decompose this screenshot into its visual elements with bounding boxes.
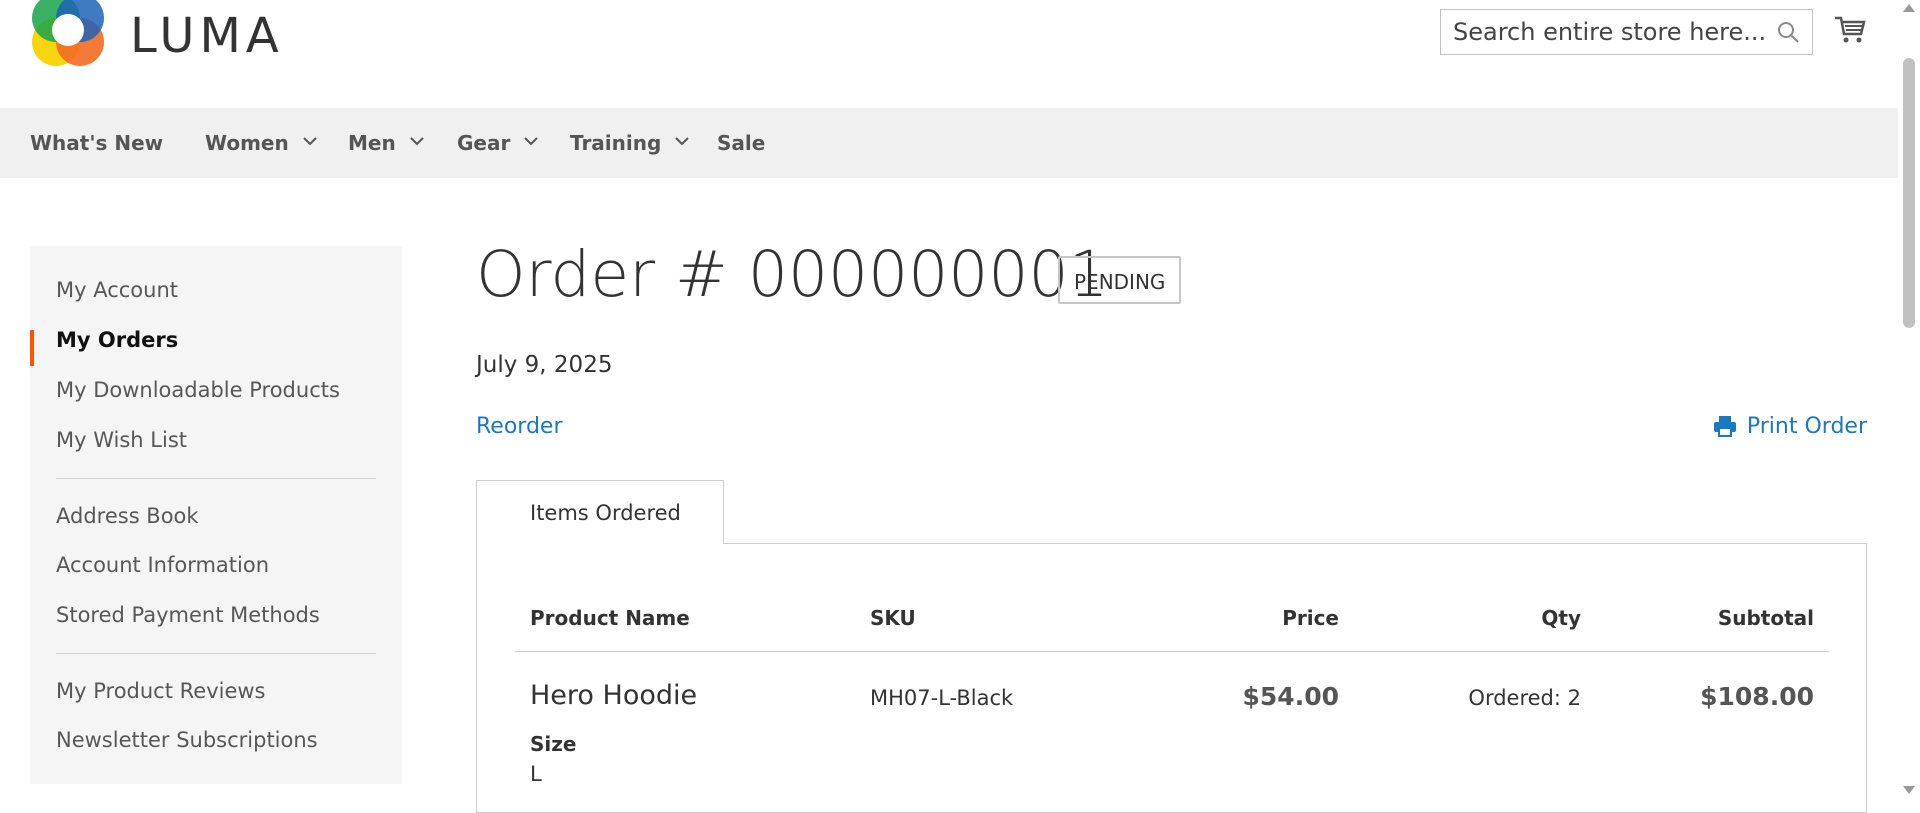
site-header: LUMA [0, 0, 1898, 108]
nav-item-label: Training [570, 131, 662, 155]
sidebar-item-wish-list[interactable]: My Wish List [56, 428, 187, 452]
cart-icon[interactable] [1833, 12, 1867, 46]
sidebar-item-stored-payment-methods[interactable]: Stored Payment Methods [56, 603, 320, 627]
items-ordered-panel [476, 543, 1867, 813]
nav-item-gear[interactable]: Gear [457, 108, 539, 178]
column-header-product: Product Name [530, 606, 690, 630]
print-order-label: Print Order [1746, 414, 1867, 439]
printer-icon [1713, 414, 1737, 438]
nav-item-women[interactable]: Women [205, 108, 317, 178]
luma-logo[interactable] [30, 0, 106, 72]
search-icon[interactable] [1776, 20, 1800, 44]
sidebar-divider [56, 478, 376, 479]
sidebar-divider [56, 653, 376, 654]
nav-item-men[interactable]: Men [348, 108, 424, 178]
sidebar-item-product-reviews[interactable]: My Product Reviews [56, 679, 266, 703]
chevron-down-icon [303, 104, 317, 146]
table-header-divider [515, 651, 1829, 652]
nav-item-label: Women [205, 131, 289, 155]
product-option-value: L [530, 762, 542, 786]
column-header-price: Price [1282, 606, 1339, 630]
sidebar-item-newsletter-subscriptions[interactable]: Newsletter Subscriptions [56, 728, 318, 752]
nav-item-label: Sale [717, 131, 766, 155]
product-price: $54.00 [1242, 682, 1339, 711]
status-badge: PENDING [1058, 256, 1182, 304]
chevron-down-icon [675, 104, 690, 146]
scroll-down-arrow[interactable] [1903, 786, 1915, 794]
sidebar-item-my-account[interactable]: My Account [56, 278, 178, 302]
tab-label: Items Ordered [530, 501, 681, 525]
nav-item-whats-new[interactable]: What's New [30, 108, 163, 178]
scroll-up-arrow[interactable] [1903, 4, 1915, 12]
search-box[interactable] [1440, 9, 1813, 55]
product-subtotal: $108.00 [1700, 682, 1814, 711]
active-indicator [30, 330, 34, 366]
sidebar-item-account-information[interactable]: Account Information [56, 553, 269, 577]
reorder-link[interactable]: Reorder [476, 414, 563, 439]
print-order-link[interactable]: Print Order [1713, 414, 1867, 439]
account-sidebar: My Account My Orders My Downloadable Pro… [30, 246, 402, 784]
column-header-qty: Qty [1541, 606, 1581, 630]
logo-text[interactable]: LUMA [130, 8, 284, 64]
column-header-subtotal: Subtotal [1717, 606, 1814, 630]
chevron-down-icon [410, 104, 424, 146]
product-sku: MH07-L-Black [870, 686, 1014, 710]
nav-item-label: Men [348, 131, 396, 155]
sidebar-item-my-orders[interactable]: My Orders [56, 328, 178, 352]
main-navigation: What's New Women Men Gear Training Sale [0, 108, 1898, 178]
tab-items-ordered[interactable]: Items Ordered [476, 480, 724, 544]
chevron-down-icon [524, 104, 539, 146]
order-date: July 9, 2025 [476, 352, 613, 378]
nav-item-label: What's New [30, 131, 164, 155]
nav-item-label: Gear [457, 131, 511, 155]
nav-item-sale[interactable]: Sale [717, 108, 765, 178]
sidebar-item-address-book[interactable]: Address Book [56, 504, 199, 528]
product-name: Hero Hoodie [530, 680, 698, 711]
scrollbar-thumb[interactable] [1903, 58, 1915, 328]
nav-item-training[interactable]: Training [570, 108, 690, 178]
sidebar-item-downloadable-products[interactable]: My Downloadable Products [56, 378, 340, 402]
search-input[interactable] [1441, 10, 1785, 54]
product-option-label: Size [530, 732, 577, 756]
column-header-sku: SKU [870, 606, 916, 630]
product-qty: Ordered: 2 [1468, 686, 1581, 710]
vertical-scrollbar[interactable] [1898, 0, 1920, 800]
page-title: Order # 000000001 [476, 238, 1109, 311]
